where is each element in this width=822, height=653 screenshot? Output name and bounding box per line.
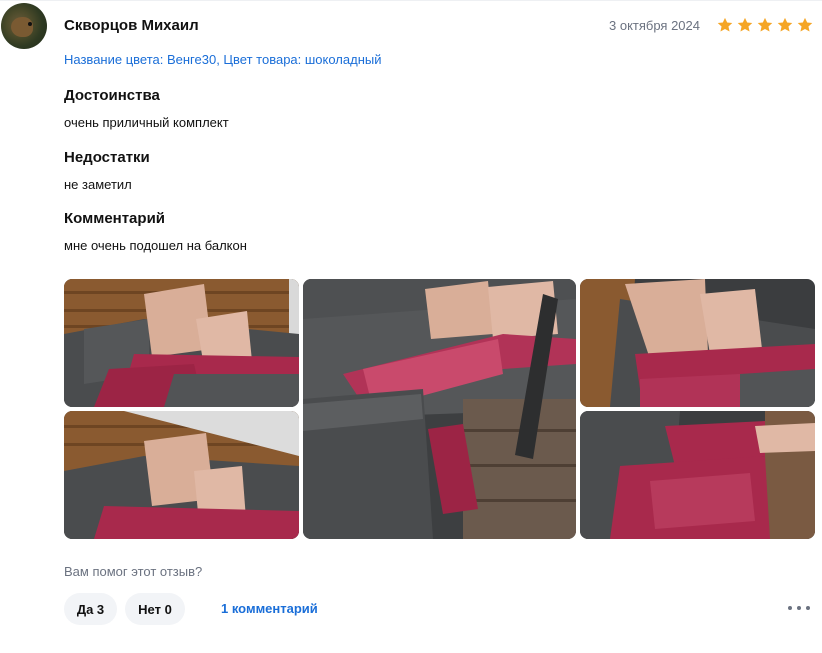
product-variant[interactable]: Название цвета: Венге30, Цвет товара: шо…: [64, 52, 382, 67]
review-date: 3 октября 2024: [609, 18, 700, 33]
review-photo[interactable]: [303, 279, 576, 539]
helpful-yes-button[interactable]: Да 3: [64, 593, 117, 625]
cons-title: Недостатки: [64, 149, 150, 166]
dot: [788, 606, 792, 610]
comment-title: Комментарий: [64, 210, 166, 227]
rating-stars: [716, 16, 814, 34]
dot: [797, 606, 801, 610]
more-dots-icon[interactable]: [788, 598, 810, 618]
cons-text: не заметил: [64, 177, 132, 192]
review-photo[interactable]: [580, 411, 815, 539]
star-icon: [737, 17, 753, 32]
review-photo[interactable]: [64, 411, 299, 539]
avatar-eye: [28, 22, 32, 26]
avatar[interactable]: [1, 3, 47, 49]
avatar-animal: [11, 17, 33, 37]
star-icon: [777, 17, 793, 32]
comment-text: мне очень подошел на балкон: [64, 238, 247, 253]
dot: [806, 606, 810, 610]
star-icon: [757, 17, 773, 32]
comments-link[interactable]: 1 комментарий: [221, 601, 318, 616]
pros-text: очень приличный комплект: [64, 115, 229, 130]
helpful-no-button[interactable]: Нет 0: [125, 593, 185, 625]
review-photo[interactable]: [64, 279, 299, 407]
top-divider: [0, 0, 822, 1]
pros-title: Достоинства: [64, 87, 160, 104]
author-name[interactable]: Скворцов Михаил: [64, 17, 199, 34]
star-icon: [797, 17, 813, 32]
helpful-question: Вам помог этот отзыв?: [64, 564, 203, 579]
review-photo[interactable]: [580, 279, 815, 407]
star-icon: [717, 17, 733, 32]
